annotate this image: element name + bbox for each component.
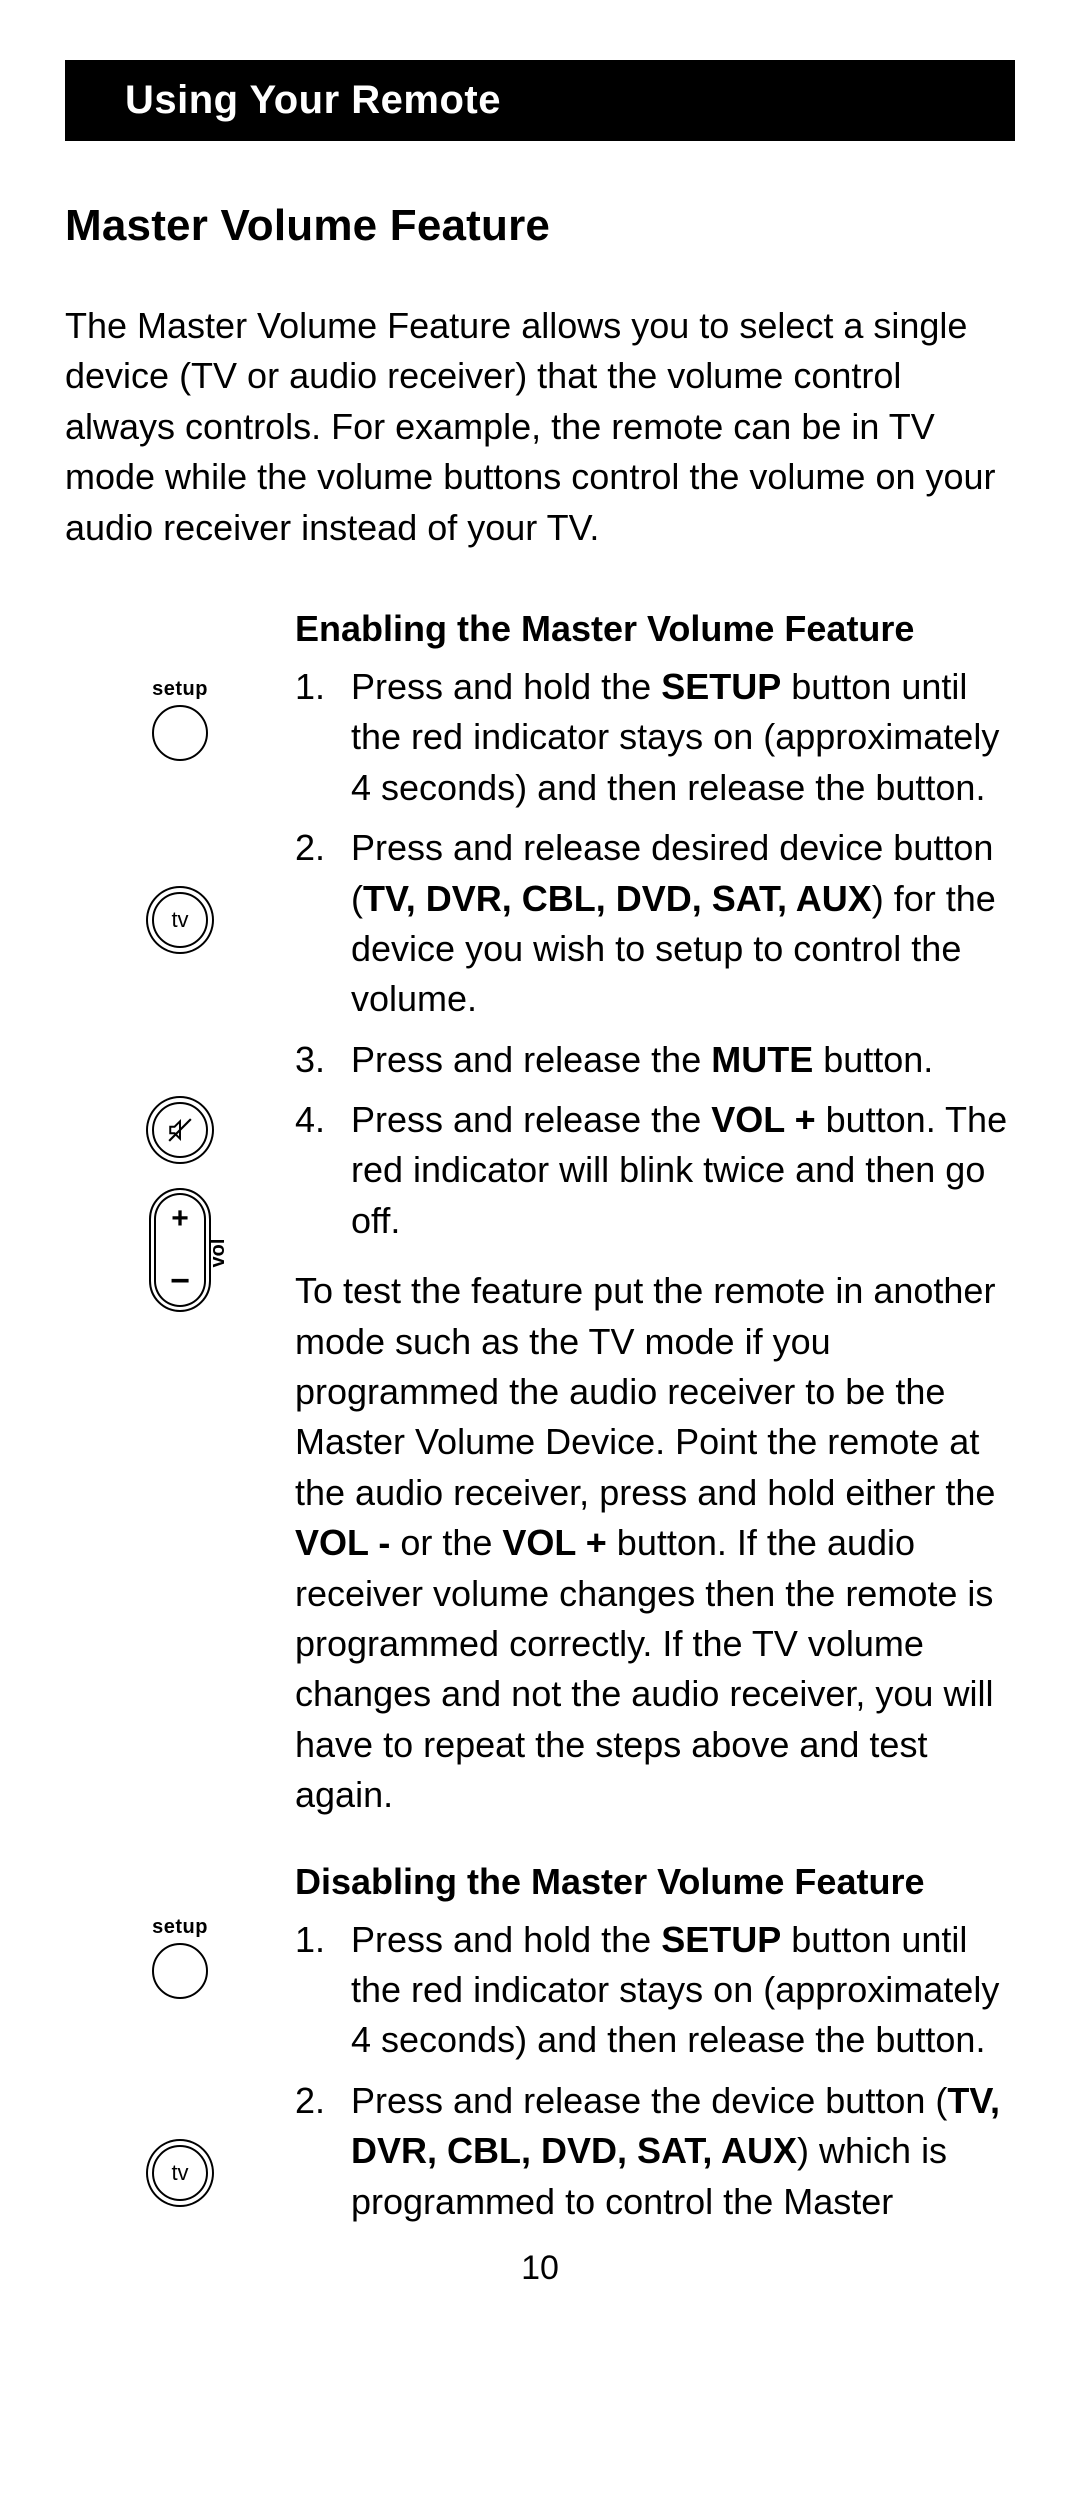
enable-icons-column: setup tv + − vol [65,608,295,1861]
tv-button-icon: tv [152,892,208,948]
setup-button-icon [152,1943,208,1999]
disable-icons-column: setup tv [65,1861,295,2247]
enable-title: Enabling the Master Volume Feature [295,608,1015,650]
vol-label: vol [207,1239,230,1268]
enable-test-paragraph: To test the feature put the remote in an… [295,1266,1015,1820]
section-header: Using Your Remote [65,60,1015,141]
mute-icon [167,1117,193,1143]
enable-block: setup tv + − vol [65,608,1015,1861]
disable-step: Press and release the device button (TV,… [295,2076,1015,2227]
enable-step: Press and release the VOL + button. The … [295,1095,1015,1246]
volume-rocker-icon: + − vol [149,1188,211,1318]
setup-label: setup [65,678,295,701]
page-number: 10 [65,2249,1015,2288]
disable-steps: Press and hold the SETUP button until th… [295,1915,1015,2227]
disable-block: setup tv Disabling the Master Volume Fea… [65,1861,1015,2247]
disable-title: Disabling the Master Volume Feature [295,1861,1015,1903]
intro-paragraph: The Master Volume Feature allows you to … [65,301,1015,553]
enable-steps: Press and hold the SETUP button until th… [295,662,1015,1246]
tv-button-icon: tv [152,2145,208,2201]
vol-minus-icon: − [149,1264,211,1298]
vol-plus-icon: + [149,1204,211,1234]
setup-label: setup [65,1916,295,1939]
setup-button-icon [152,705,208,761]
enable-step: Press and release desired device button … [295,823,1015,1025]
disable-step: Press and hold the SETUP button until th… [295,1915,1015,2066]
mute-button-icon [152,1102,208,1158]
enable-step: Press and hold the SETUP button until th… [295,662,1015,813]
enable-step: Press and release the MUTE button. [295,1035,1015,1085]
manual-page: Using Your Remote Master Volume Feature … [0,0,1080,2328]
page-title: Master Volume Feature [65,201,1015,251]
